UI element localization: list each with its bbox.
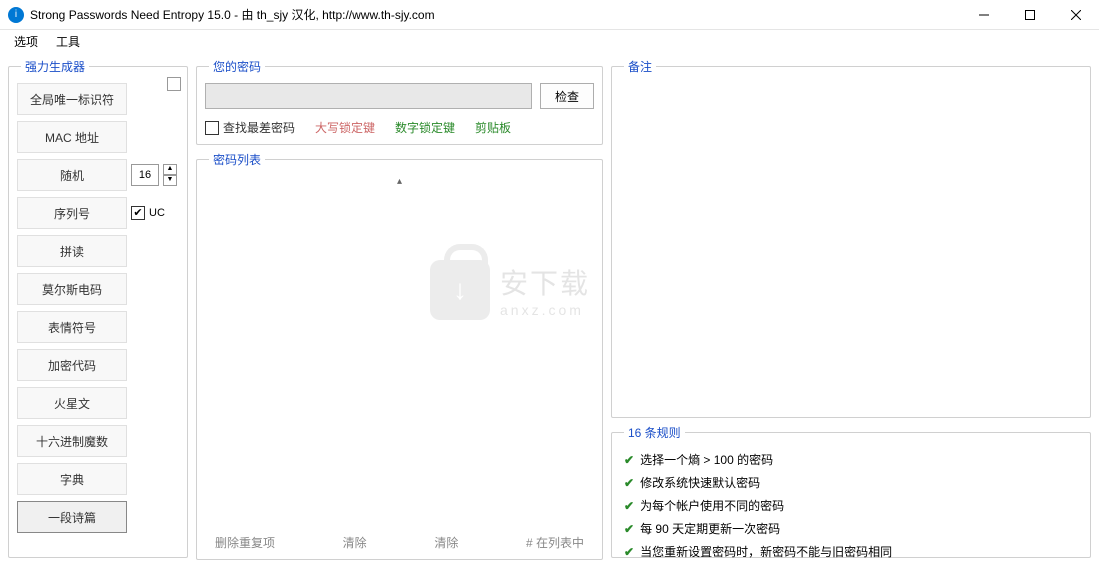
- password-list-fieldset: 密码列表 ▴ 删除重复项 清除 清除 # 在列表中: [196, 151, 603, 560]
- menu-options[interactable]: 选项: [10, 31, 42, 52]
- gen-hexmagic-button[interactable]: 十六进制魔数: [17, 425, 127, 457]
- rule-item: ✔ 为每个帐户使用不同的密码: [624, 497, 1078, 514]
- check-icon: ✔: [624, 476, 634, 490]
- title-bar: i Strong Passwords Need Entropy 15.0 - 由…: [0, 0, 1099, 30]
- generator-column: 强力生成器 全局唯一标识符 MAC 地址 随机 ▲ ▼ 序列号 ✔ UC: [8, 58, 188, 560]
- close-button[interactable]: [1053, 0, 1099, 29]
- menu-bar: 选项 工具: [0, 30, 1099, 52]
- gen-martian-button[interactable]: 火星文: [17, 387, 127, 419]
- window-title: Strong Passwords Need Entropy 15.0 - 由 t…: [30, 6, 961, 23]
- generator-corner-checkbox[interactable]: [167, 77, 181, 91]
- collapse-up-icon[interactable]: ▴: [397, 176, 402, 187]
- rules-list: ✔ 选择一个熵 > 100 的密码 ✔ 修改系统快速默认密码 ✔ 为每个帐户使用不同的…: [620, 449, 1082, 562]
- generator-legend: 强力生成器: [21, 58, 89, 75]
- window-controls: [961, 0, 1099, 29]
- spin-down-icon[interactable]: ▼: [163, 175, 177, 186]
- menu-tools[interactable]: 工具: [52, 31, 84, 52]
- gen-poem-button[interactable]: 一段诗篇: [17, 501, 127, 533]
- clear-link-1[interactable]: 清除: [343, 534, 367, 551]
- rule-item: ✔ 选择一个熵 > 100 的密码: [624, 451, 1078, 468]
- num-lock-status: 数字锁定键: [395, 119, 455, 136]
- rules-legend: 16 条规则: [624, 424, 685, 441]
- your-password-legend: 您的密码: [209, 58, 265, 75]
- gen-crypto-button[interactable]: 加密代码: [17, 349, 127, 381]
- list-count-label: # 在列表中: [526, 534, 584, 551]
- gen-morse-button[interactable]: 莫尔斯电码: [17, 273, 127, 305]
- generator-fieldset: 强力生成器 全局唯一标识符 MAC 地址 随机 ▲ ▼ 序列号 ✔ UC: [8, 58, 188, 558]
- clear-link-2[interactable]: 清除: [434, 534, 458, 551]
- check-icon: ✔: [624, 499, 634, 513]
- spin-up-icon[interactable]: ▲: [163, 164, 177, 175]
- rules-fieldset: 16 条规则 ✔ 选择一个熵 > 100 的密码 ✔ 修改系统快速默认密码 ✔ 为每个…: [611, 424, 1091, 558]
- check-icon: ✔: [624, 522, 634, 536]
- random-length-spinner: ▲ ▼: [163, 164, 177, 186]
- gen-emoji-button[interactable]: 表情符号: [17, 311, 127, 343]
- notes-fieldset: 备注: [611, 58, 1091, 418]
- find-worst-label: 查找最差密码: [223, 119, 295, 136]
- gen-dict-button[interactable]: 字典: [17, 463, 127, 495]
- check-icon: ✔: [624, 545, 634, 559]
- gen-guid-button[interactable]: 全局唯一标识符: [17, 83, 127, 115]
- rule-text: 当您重新设置密码时，新密码不能与旧密码相同: [640, 543, 892, 560]
- your-password-fieldset: 您的密码 检查 查找最差密码 大写锁定键 数字锁定键 剪贴板: [196, 58, 603, 145]
- password-list-legend: 密码列表: [209, 151, 265, 168]
- remove-duplicates-link[interactable]: 删除重复项: [215, 534, 275, 551]
- gen-mac-button[interactable]: MAC 地址: [17, 121, 127, 153]
- password-list-body: ▴: [205, 176, 594, 530]
- uc-checkbox[interactable]: ✔: [131, 206, 145, 220]
- uc-label: UC: [149, 207, 165, 219]
- right-column: 备注 16 条规则 ✔ 选择一个熵 > 100 的密码 ✔ 修改系统快速默认密码 ✔…: [611, 58, 1091, 560]
- random-length-input[interactable]: [131, 164, 159, 186]
- rule-text: 选择一个熵 > 100 的密码: [640, 451, 773, 468]
- caps-lock-status: 大写锁定键: [315, 119, 375, 136]
- gen-pinyin-button[interactable]: 拼读: [17, 235, 127, 267]
- rule-item: ✔ 修改系统快速默认密码: [624, 474, 1078, 491]
- password-input[interactable]: [205, 83, 532, 109]
- maximize-button[interactable]: [1007, 0, 1053, 29]
- gen-random-button[interactable]: 随机: [17, 159, 127, 191]
- gen-serial-button[interactable]: 序列号: [17, 197, 127, 229]
- clipboard-status: 剪贴板: [475, 119, 511, 136]
- middle-column: 您的密码 检查 查找最差密码 大写锁定键 数字锁定键 剪贴板 密码列: [196, 58, 603, 560]
- app-icon: i: [8, 7, 24, 23]
- rule-item: ✔ 每 90 天定期更新一次密码: [624, 520, 1078, 537]
- minimize-button[interactable]: [961, 0, 1007, 29]
- rule-item: ✔ 当您重新设置密码时，新密码不能与旧密码相同: [624, 543, 1078, 560]
- password-list-footer: 删除重复项 清除 清除 # 在列表中: [205, 530, 594, 551]
- notes-legend: 备注: [624, 58, 656, 75]
- check-button[interactable]: 检查: [540, 83, 594, 109]
- main-content: 强力生成器 全局唯一标识符 MAC 地址 随机 ▲ ▼ 序列号 ✔ UC: [0, 54, 1099, 568]
- rule-text: 修改系统快速默认密码: [640, 474, 760, 491]
- rule-text: 为每个帐户使用不同的密码: [640, 497, 784, 514]
- rule-text: 每 90 天定期更新一次密码: [640, 520, 780, 537]
- check-icon: ✔: [624, 453, 634, 467]
- find-worst-checkbox[interactable]: [205, 121, 219, 135]
